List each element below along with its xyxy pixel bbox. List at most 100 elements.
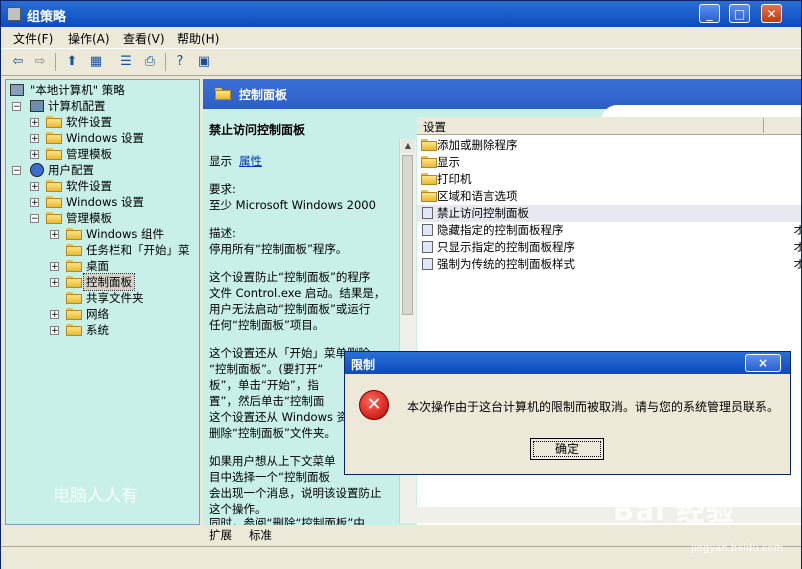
- status-bar: [1, 546, 801, 569]
- toolbar: ⇦ ⇨ ⬆ ▦ ☰ ⎙ ? ▣: [1, 48, 801, 76]
- menu-file[interactable]: 文件(F): [13, 30, 53, 47]
- tree-network[interactable]: + 网络: [50, 306, 198, 322]
- tree-cc-windows[interactable]: + Windows 设置: [30, 130, 190, 146]
- expand-icon[interactable]: +: [30, 182, 39, 192]
- tree-desktop[interactable]: + 桌面: [50, 258, 198, 274]
- tree-cc-admin[interactable]: + 管理模板: [30, 146, 190, 162]
- up-folder-icon[interactable]: ⬆: [63, 53, 81, 71]
- list-item[interactable]: 强制为传统的控制面板样式 オ: [417, 256, 802, 273]
- scroll-thumb[interactable]: [402, 155, 413, 315]
- back-arrow-icon[interactable]: ⇦: [9, 53, 27, 71]
- maximize-button[interactable]: □: [729, 4, 750, 23]
- folder-icon: [421, 156, 437, 168]
- collapse-icon[interactable]: −: [12, 166, 21, 176]
- expand-icon[interactable]: +: [50, 262, 59, 272]
- expand-icon[interactable]: +: [50, 326, 59, 336]
- tab-standard[interactable]: 标准: [249, 527, 272, 543]
- folder-open-icon: [46, 212, 62, 224]
- description-line: 置”，然后单击“控制面: [209, 394, 325, 408]
- expand-icon[interactable]: +: [50, 278, 59, 288]
- menu-help[interactable]: 帮助(H): [177, 30, 219, 47]
- expand-icon[interactable]: +: [30, 118, 39, 128]
- folder-icon: [66, 324, 82, 336]
- policy-setting-icon: [422, 258, 433, 270]
- list-header: 设置: [417, 117, 801, 135]
- folder-icon: [66, 228, 82, 240]
- policy-setting-icon: [422, 241, 433, 253]
- folder-icon: [66, 244, 82, 256]
- export-icon[interactable]: ⎙: [141, 53, 159, 71]
- description-line: 删除“控制面板”文件夹。: [209, 426, 336, 440]
- tree-control-panel[interactable]: + 控制面板: [50, 273, 198, 291]
- list-item[interactable]: 添加或删除程序: [417, 137, 801, 154]
- tree-computer-config[interactable]: − 计算机配置: [12, 98, 192, 114]
- show-tree-icon[interactable]: ▦: [87, 53, 105, 71]
- description-line: 任何“控制面板”项目。: [209, 318, 325, 332]
- expand-icon[interactable]: +: [30, 134, 39, 144]
- column-separator[interactable]: [763, 118, 764, 133]
- tree-system[interactable]: + 系统: [50, 322, 198, 338]
- tree-cc-software[interactable]: + 软件设置: [30, 114, 190, 130]
- menu-view[interactable]: 查看(V): [123, 30, 165, 47]
- folder-icon: [421, 139, 437, 151]
- description-line: 停用所有“控制面板”程序。: [209, 242, 348, 256]
- description-line: 这个设置防止“控制面板”的程序: [209, 270, 371, 284]
- dialog-close-button[interactable]: ×: [745, 354, 781, 372]
- ok-button[interactable]: 确定: [530, 438, 604, 460]
- description-line: 板”，单击“开始”，指: [209, 378, 319, 392]
- tree-user-config[interactable]: − 用户配置: [12, 162, 192, 178]
- description-label: 描述:: [209, 226, 236, 240]
- expand-icon[interactable]: +: [50, 230, 59, 240]
- folder-icon: [215, 88, 231, 100]
- tree-taskbar[interactable]: 任务栏和「开始」菜: [50, 242, 198, 258]
- description-line: 文件 Control.exe 启动。结果是，: [209, 286, 386, 300]
- description-line: “控制面板”。(要打开“: [209, 362, 324, 376]
- app-icon: [7, 7, 21, 21]
- tree-win-components[interactable]: + Windows 组件: [50, 226, 198, 242]
- console-icon[interactable]: ▣: [195, 53, 213, 71]
- help-icon[interactable]: ?: [171, 53, 189, 71]
- list-item[interactable]: 显示: [417, 154, 801, 171]
- scroll-up-icon[interactable]: ▲: [401, 139, 415, 153]
- list-item-selected[interactable]: 禁止访问控制面板: [417, 205, 801, 222]
- list-horizontal-scrollbar[interactable]: [413, 507, 801, 523]
- menu-action[interactable]: 操作(A): [68, 30, 110, 47]
- folder-icon: [46, 196, 62, 208]
- error-icon: ✕: [359, 390, 389, 420]
- expand-icon[interactable]: +: [30, 150, 39, 160]
- title-bar[interactable]: 组策略 _ □ ✕: [1, 1, 801, 27]
- watermark: 电脑人人有: [53, 486, 138, 506]
- tree-uc-windows[interactable]: + Windows 设置: [30, 194, 190, 210]
- minimize-button[interactable]: _: [699, 4, 720, 23]
- expand-icon[interactable]: +: [50, 310, 59, 320]
- list-item[interactable]: 只显示指定的控制面板程序 オ: [417, 239, 802, 256]
- tab-extended[interactable]: 扩展: [209, 527, 232, 543]
- baidu-logo: Bai 经验: [613, 494, 735, 527]
- description-line: 如果用户想从上下文菜单: [209, 454, 336, 468]
- tree-uc-software[interactable]: + 软件设置: [30, 178, 190, 194]
- properties-link[interactable]: 属性: [239, 153, 262, 169]
- user-icon: [30, 163, 44, 177]
- close-button[interactable]: ✕: [761, 4, 782, 23]
- description-title: 禁止访问控制面板: [209, 123, 306, 137]
- toolbar-separator: [55, 53, 56, 71]
- menu-bar: 文件(F) 操作(A) 查看(V) 帮助(H): [1, 27, 801, 47]
- description-line: 会出现一个消息，说明该设置防止: [209, 486, 382, 500]
- dialog-title: 限制: [351, 358, 376, 372]
- group-policy-window: 组策略 _ □ ✕ 文件(F) 操作(A) 查看(V) 帮助(H) ⇦ ⇨ ⬆ …: [0, 0, 802, 569]
- list-item[interactable]: 打印机: [417, 171, 801, 188]
- column-header-setting[interactable]: 设置: [423, 119, 446, 135]
- dialog-title-bar[interactable]: 限制 ×: [345, 352, 790, 374]
- policy-setting-icon: [422, 207, 433, 219]
- expand-icon[interactable]: +: [30, 198, 39, 208]
- folder-open-icon: [66, 276, 82, 288]
- tree-uc-admin[interactable]: − 管理模板: [30, 210, 190, 226]
- list-item[interactable]: 隐藏指定的控制面板程序 オ: [417, 222, 802, 239]
- forward-arrow-icon[interactable]: ⇨: [31, 53, 49, 71]
- list-item[interactable]: 区域和语言选项: [417, 188, 801, 205]
- tree-shared-folders[interactable]: 共享文件夹: [50, 290, 198, 306]
- tree-pane[interactable]: "本地计算机" 策略 − 计算机配置 + 软件设置 + Windows 设置 +…: [5, 79, 200, 525]
- properties-icon[interactable]: ☰: [117, 53, 135, 71]
- collapse-icon[interactable]: −: [12, 102, 21, 112]
- collapse-icon[interactable]: −: [30, 214, 39, 224]
